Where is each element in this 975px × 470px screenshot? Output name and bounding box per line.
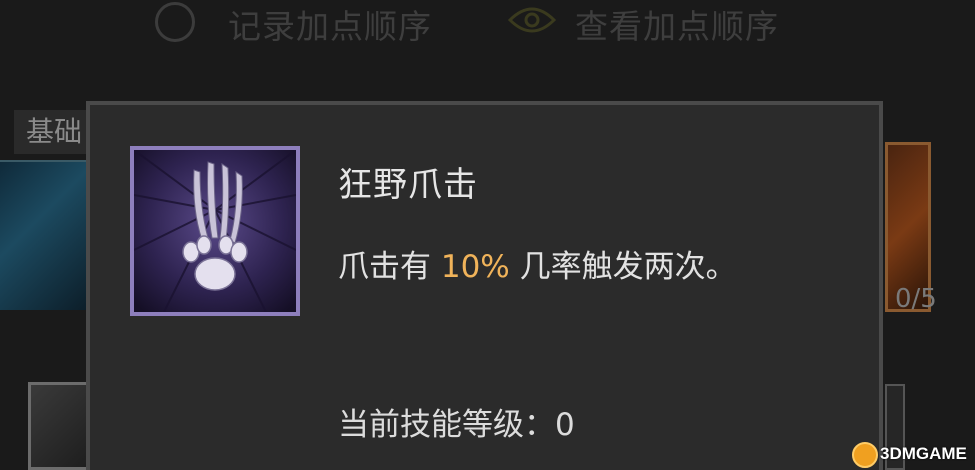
current-level-label: 当前技能等级： (338, 407, 555, 443)
watermark: 3DMGAME (852, 440, 975, 470)
current-skill-level: 当前技能等级：0 (338, 399, 575, 444)
top-bar: 记录加点顺序 查看加点顺序 (0, 0, 975, 60)
background-skill-tile[interactable] (0, 160, 90, 310)
skill-name: 狂野爪击 (338, 165, 478, 205)
description-suffix: 几率触发两次。 (509, 249, 737, 285)
wolf-claw-icon (134, 150, 296, 312)
record-order-radio[interactable] (155, 2, 195, 42)
watermark-logo-icon (852, 442, 878, 468)
skill-description: 爪击有 10% 几率触发两次。 (338, 241, 737, 286)
view-order-label[interactable]: 查看加点顺序 (575, 0, 779, 48)
current-level-value: 0 (555, 407, 575, 443)
watermark-text: 3DMGAME (880, 444, 967, 463)
trigger-chance: 10% (440, 249, 510, 285)
skill-tooltip: 狂野爪击 爪击有 10% 几率触发两次。 当前技能等级：0 (86, 101, 883, 470)
skill-point-count: 0/5 (895, 284, 937, 314)
tab-basic[interactable]: 基础 (14, 110, 94, 154)
eye-icon[interactable] (508, 4, 556, 36)
skill-icon (130, 146, 300, 316)
description-prefix: 爪击有 (338, 249, 441, 285)
background-skill-tile[interactable] (28, 382, 90, 470)
record-order-label[interactable]: 记录加点顺序 (228, 0, 432, 48)
